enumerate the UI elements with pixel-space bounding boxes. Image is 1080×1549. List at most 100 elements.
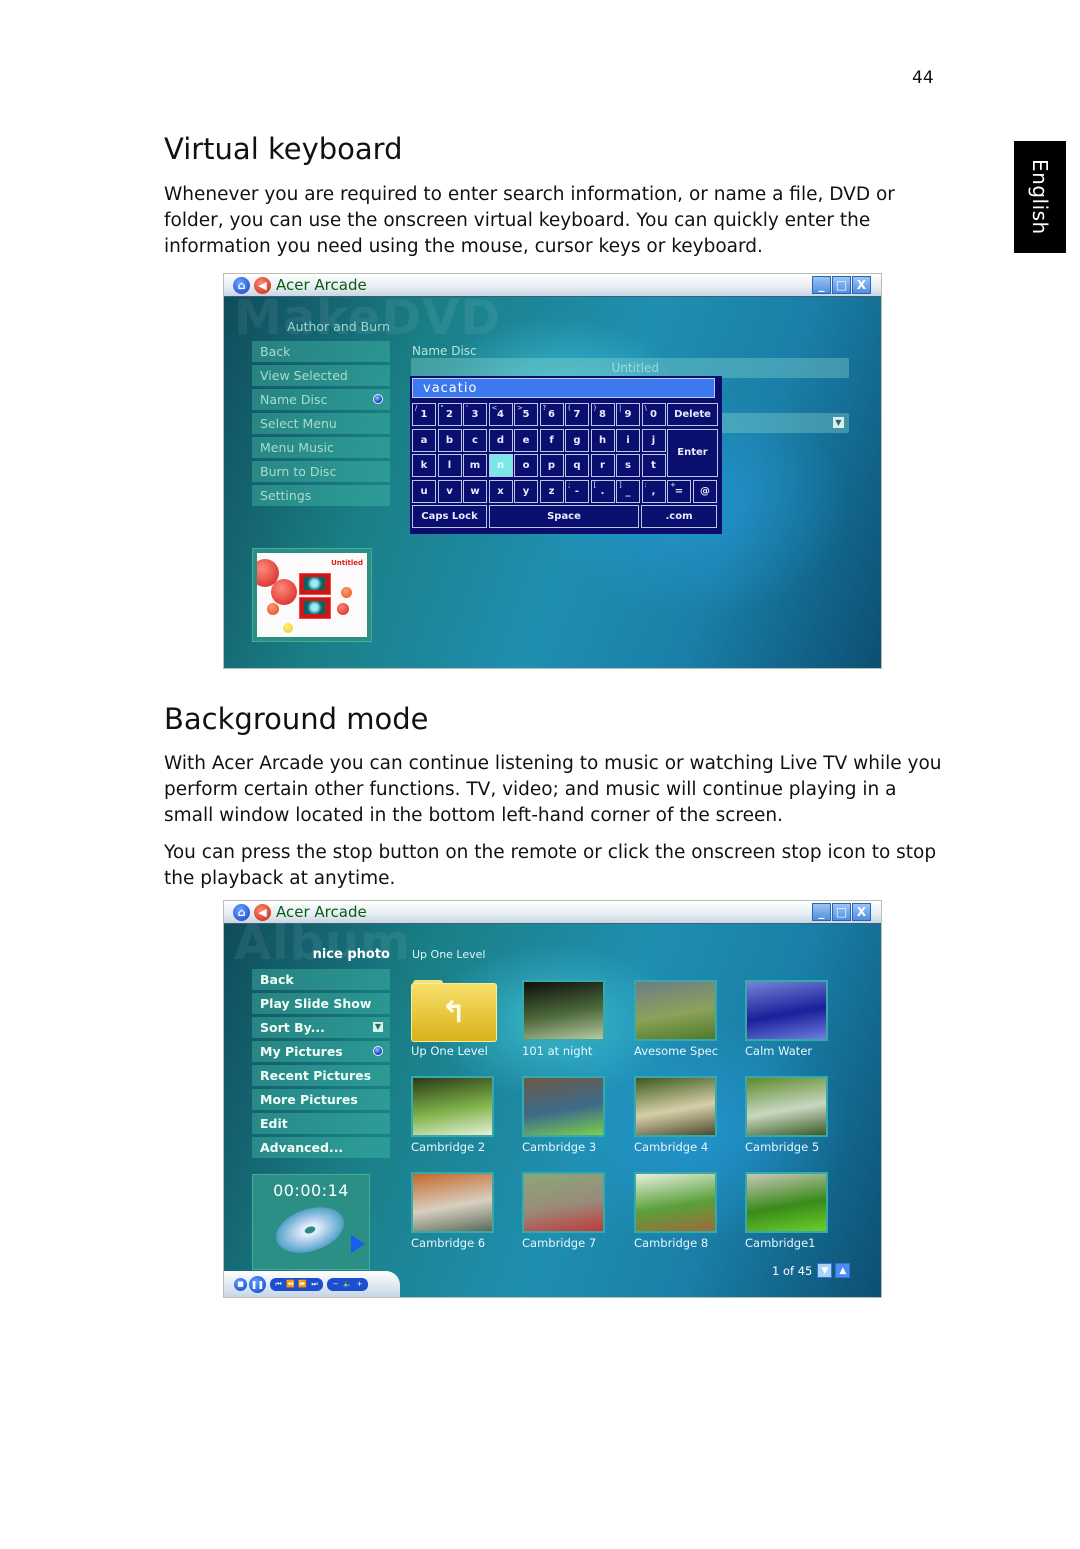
- key-o[interactable]: o: [514, 454, 538, 477]
- key-6[interactable]: ? 6: [539, 403, 564, 426]
- key-5[interactable]: >5: [514, 403, 538, 426]
- key-symbol[interactable]: :,: [641, 479, 666, 503]
- key-z[interactable]: z: [539, 479, 564, 503]
- disc-name-field[interactable]: Untitled: [411, 358, 849, 378]
- photo-thumbnail[interactable]: Calm Water: [745, 980, 856, 1058]
- key-shift-label: ?: [542, 404, 547, 412]
- key-4[interactable]: <4: [488, 403, 513, 426]
- key-v[interactable]: v: [437, 479, 462, 503]
- sidebar-item-edit[interactable]: Edit: [252, 1113, 390, 1134]
- photo-thumbnail[interactable]: Avesome Spec: [634, 980, 745, 1058]
- sidebar-item-select-menu[interactable]: Select Menu: [252, 413, 390, 434]
- key-l[interactable]: l: [437, 454, 462, 477]
- key-b[interactable]: b: [437, 428, 462, 452]
- photo-thumbnail[interactable]: 101 at night: [522, 980, 633, 1058]
- key-e[interactable]: e: [514, 428, 538, 452]
- key-a[interactable]: a: [412, 428, 436, 452]
- key-8[interactable]: ) 8: [590, 403, 615, 426]
- sidebar-item-play-slide-show[interactable]: Play Slide Show: [252, 993, 390, 1014]
- mute-button[interactable]: 🔈: [342, 1279, 353, 1290]
- keyboard-text-input[interactable]: vacatio: [412, 378, 715, 398]
- sidebar-item-settings[interactable]: Settings: [252, 485, 390, 506]
- key-y[interactable]: y: [514, 479, 538, 503]
- key-i[interactable]: i: [616, 428, 640, 452]
- photo-thumbnail[interactable]: Cambridge 7: [522, 1172, 633, 1250]
- key-c[interactable]: c: [463, 428, 487, 452]
- caps-lock-key[interactable]: Caps Lock: [412, 505, 487, 528]
- key-m[interactable]: m: [463, 454, 487, 477]
- photo-thumbnail[interactable]: Cambridge1: [745, 1172, 856, 1250]
- sidebar-item-more-pictures[interactable]: More Pictures: [252, 1089, 390, 1110]
- sidebar-item-sort-by[interactable]: Sort By... ▼: [252, 1017, 390, 1038]
- key-h[interactable]: h: [590, 428, 615, 452]
- sidebar-item-view-selected[interactable]: View Selected: [252, 365, 390, 386]
- key-symbol[interactable]: ] _: [616, 479, 640, 503]
- key-t[interactable]: t: [641, 454, 666, 477]
- next-button[interactable]: ⏭: [309, 1279, 320, 1290]
- sidebar-item-back[interactable]: Back: [252, 969, 390, 990]
- key-symbol[interactable]: + =: [667, 479, 691, 503]
- key-r[interactable]: r: [590, 454, 615, 477]
- photo-thumbnail[interactable]: Cambridge 6: [411, 1172, 522, 1250]
- minimize-button[interactable]: _: [812, 276, 831, 294]
- delete-key[interactable]: Delete: [667, 403, 718, 426]
- key-w[interactable]: w: [463, 479, 487, 503]
- photo-image: [745, 1076, 828, 1137]
- volume-up-button[interactable]: +: [354, 1279, 365, 1290]
- key-symbol[interactable]: [.: [590, 479, 615, 503]
- pause-button[interactable]: ❚❚: [249, 1275, 266, 1293]
- maximize-button[interactable]: □: [832, 276, 851, 294]
- key-9[interactable]: | 9: [616, 403, 640, 426]
- sidebar-item-back[interactable]: Back: [252, 341, 390, 362]
- photo-thumbnail[interactable]: Cambridge 4: [634, 1076, 745, 1154]
- key-f[interactable]: f: [539, 428, 564, 452]
- key-0[interactable]: \ 0: [641, 403, 666, 426]
- photo-thumbnail[interactable]: Cambridge 3: [522, 1076, 633, 1154]
- key-p[interactable]: p: [539, 454, 564, 477]
- key-7[interactable]: (7: [565, 403, 589, 426]
- key-1[interactable]: /1: [412, 403, 436, 426]
- minimize-button[interactable]: _: [812, 903, 831, 921]
- photo-thumbnail[interactable]: Cambridge 5: [745, 1076, 856, 1154]
- tomato-decoration: [341, 587, 352, 598]
- photo-thumbnail[interactable]: Cambridge 2: [411, 1076, 522, 1154]
- maximize-button[interactable]: □: [832, 903, 851, 921]
- space-key[interactable]: Space: [489, 505, 639, 528]
- key-n[interactable]: n: [488, 454, 513, 477]
- dotcom-key[interactable]: .com: [641, 505, 717, 528]
- page-up-button[interactable]: ▲: [835, 1263, 851, 1278]
- sidebar-item-menu-music[interactable]: Menu Music: [252, 437, 390, 458]
- key-symbol[interactable]: ; -: [565, 479, 589, 503]
- sidebar-item-recent-pictures[interactable]: Recent Pictures: [252, 1065, 390, 1086]
- key-g[interactable]: g: [565, 428, 589, 452]
- previous-button[interactable]: ⏮: [273, 1279, 284, 1290]
- sidebar-item-advanced[interactable]: Advanced...: [252, 1137, 390, 1158]
- close-button[interactable]: X: [852, 903, 871, 921]
- key-label: r: [600, 460, 605, 471]
- enter-key[interactable]: Enter: [667, 428, 718, 477]
- page-down-button[interactable]: ▼: [817, 1263, 833, 1278]
- key-label: =: [674, 485, 684, 497]
- key-3[interactable]: ' 3: [463, 403, 487, 426]
- up-one-level-folder[interactable]: ↰ Up One Level: [411, 980, 522, 1058]
- background-player-window[interactable]: 00:00:14: [252, 1174, 370, 1270]
- key-j[interactable]: j: [641, 428, 666, 452]
- key-symbol[interactable]: @: [693, 479, 717, 503]
- sidebar-item-burn-to-disc[interactable]: Burn to Disc: [252, 461, 390, 482]
- key-2[interactable]: " 2: [437, 403, 462, 426]
- key-u[interactable]: u: [412, 479, 436, 503]
- watermark-text: MakeDVD: [234, 290, 502, 346]
- key-s[interactable]: s: [616, 454, 640, 477]
- sidebar-item-name-disc[interactable]: Name Disc: [252, 389, 390, 410]
- rewind-button[interactable]: ⏪: [285, 1279, 296, 1290]
- close-button[interactable]: X: [852, 276, 871, 294]
- photo-thumbnail[interactable]: Cambridge 8: [634, 1172, 745, 1250]
- fast-forward-button[interactable]: ⏩: [297, 1279, 308, 1290]
- sidebar-item-my-pictures[interactable]: My Pictures: [252, 1041, 390, 1062]
- key-q[interactable]: q: [565, 454, 589, 477]
- key-x[interactable]: x: [488, 479, 513, 503]
- key-k[interactable]: k: [412, 454, 436, 477]
- volume-down-button[interactable]: −: [330, 1279, 341, 1290]
- stop-button[interactable]: ■: [234, 1277, 247, 1291]
- key-d[interactable]: d: [488, 428, 513, 452]
